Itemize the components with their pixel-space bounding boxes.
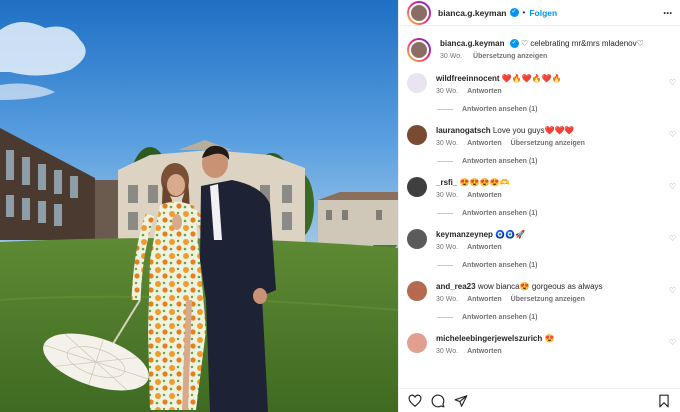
view-replies-button[interactable]: Antworten ansehen (1)	[437, 210, 680, 217]
follow-button[interactable]: Folgen	[529, 8, 557, 18]
commenter-avatar[interactable]	[407, 177, 427, 197]
comment-like-heart-icon[interactable]: ♡	[669, 78, 676, 87]
comment-time: 30 Wo.	[436, 88, 459, 95]
commenter-username[interactable]: lauranogatsch	[436, 126, 491, 135]
comment-text: 😍	[544, 334, 555, 343]
comment-row: micheleebingerjewelszurich 😍 30 Wo. Antwor…	[407, 333, 680, 355]
comment-text: Love you guys❤️❤️❤️	[492, 126, 575, 135]
comment-row: keymanzeynep 🧿🧿🚀 30 Wo. Antworten ♡	[407, 229, 680, 251]
comment-item: keymanzeynep 🧿🧿🚀 30 Wo. Antworten ♡ Antworte…	[407, 229, 680, 269]
comment-time: 30 Wo.	[436, 296, 459, 303]
action-bar	[399, 388, 680, 412]
reply-button[interactable]: Antworten	[467, 140, 502, 147]
comment-like-heart-icon[interactable]: ♡	[669, 338, 676, 347]
commenter-username[interactable]: micheleebingerjewelszurich	[436, 334, 542, 343]
comment-item: wildfreeinnocent ❤️🔥❤️🔥❤️🔥 30 Wo. Antworte…	[407, 73, 680, 113]
comment-like-heart-icon[interactable]: ♡	[669, 234, 676, 243]
post-header: bianca.g.keyman ✓ • Folgen ···	[399, 0, 680, 26]
comment-like-heart-icon[interactable]: ♡	[669, 182, 676, 191]
reply-button[interactable]: Antworten	[467, 192, 502, 199]
heart-icon[interactable]	[408, 394, 422, 408]
commenter-username[interactable]: keymanzeynep	[436, 230, 493, 239]
commenter-username[interactable]: _rsfi_	[436, 178, 457, 187]
comment-row: lauranogatsch Love you guys❤️❤️❤️ 30 Wo. A…	[407, 125, 680, 147]
comment-row: _rsfi_ 😍😍😍😍🫶 30 Wo. Antworten ♡	[407, 177, 680, 199]
comment-row: and_rea23 wow bianca😍 gorgeous as always…	[407, 281, 680, 303]
comment-time: 30 Wo.	[436, 244, 459, 251]
author-username[interactable]: bianca.g.keyman	[438, 8, 507, 18]
reply-button[interactable]: Antworten	[467, 348, 502, 355]
comment-time: 30 Wo.	[436, 348, 459, 355]
comment-text: 😍😍😍😍🫶	[459, 178, 510, 187]
verified-badge-icon: ✓	[509, 8, 519, 17]
author-avatar[interactable]	[407, 0, 431, 25]
view-replies-button[interactable]: Antworten ansehen (1)	[437, 106, 680, 113]
translate-link[interactable]: Übersetzung anzeigen	[511, 296, 585, 303]
right-buildings	[318, 192, 398, 245]
comment-item: _rsfi_ 😍😍😍😍🫶 30 Wo. Antworten ♡ Antworten an…	[407, 177, 680, 217]
dot-separator: •	[522, 8, 526, 17]
comments-list[interactable]: bianca.g.keyman ✓ ♡ celebrating mr&mrs m…	[399, 27, 680, 388]
bookmark-icon[interactable]	[657, 394, 671, 408]
verified-badge-icon: ✓	[509, 39, 519, 49]
comment-text: 🧿🧿🚀	[495, 230, 526, 239]
comment-like-heart-icon[interactable]: ♡	[669, 130, 676, 139]
view-replies-button[interactable]: Antworten ansehen (1)	[437, 158, 680, 165]
reply-button[interactable]: Antworten	[467, 88, 502, 95]
share-icon[interactable]	[454, 394, 468, 408]
reply-button[interactable]: Antworten	[467, 244, 502, 251]
comment-row: wildfreeinnocent ❤️🔥❤️🔥❤️🔥 30 Wo. Antworte…	[407, 73, 680, 95]
commenter-avatar[interactable]	[407, 229, 427, 249]
commenter-avatar[interactable]	[407, 333, 427, 353]
commenter-avatar[interactable]	[407, 125, 427, 145]
commenter-username[interactable]: and_rea23	[436, 282, 476, 291]
caption-avatar[interactable]	[407, 38, 431, 62]
comment-time: 30 Wo.	[436, 140, 459, 147]
comment-item: micheleebingerjewelszurich 😍 30 Wo. Antwor…	[407, 333, 680, 355]
caption-translate-link[interactable]: Übersetzung anzeigen	[473, 53, 547, 60]
comment-item: lauranogatsch Love you guys❤️❤️❤️ 30 Wo. A…	[407, 125, 680, 165]
more-horizontal-icon[interactable]: ···	[663, 6, 673, 20]
caption: bianca.g.keyman ✓ ♡ celebrating mr&mrs m…	[407, 27, 680, 62]
reply-button[interactable]: Antworten	[467, 296, 502, 303]
commenter-avatar[interactable]	[407, 281, 427, 301]
commenter-avatar[interactable]	[407, 73, 427, 93]
view-replies-button[interactable]: Antworten ansehen (1)	[437, 262, 680, 269]
caption-text: ♡ celebrating mr&mrs mladenov♡	[520, 39, 644, 48]
caption-username[interactable]: bianca.g.keyman	[440, 39, 504, 48]
caption-time: 30 Wo.	[440, 53, 463, 60]
post-photo[interactable]	[0, 0, 398, 412]
comment-icon[interactable]	[431, 394, 445, 408]
comment-time: 30 Wo.	[436, 192, 459, 199]
comment-like-heart-icon[interactable]: ♡	[669, 286, 676, 295]
view-replies-button[interactable]: Antworten ansehen (1)	[437, 314, 680, 321]
comment-text: wow bianca😍 gorgeous as always	[477, 282, 603, 291]
translate-link[interactable]: Übersetzung anzeigen	[511, 140, 585, 147]
commenter-username[interactable]: wildfreeinnocent	[436, 74, 500, 83]
comments-panel: bianca.g.keyman ✓ • Folgen ··· bianca.g.…	[398, 0, 680, 412]
comment-item: and_rea23 wow bianca😍 gorgeous as always…	[407, 281, 680, 321]
comment-text: ❤️🔥❤️🔥❤️🔥	[501, 74, 562, 83]
